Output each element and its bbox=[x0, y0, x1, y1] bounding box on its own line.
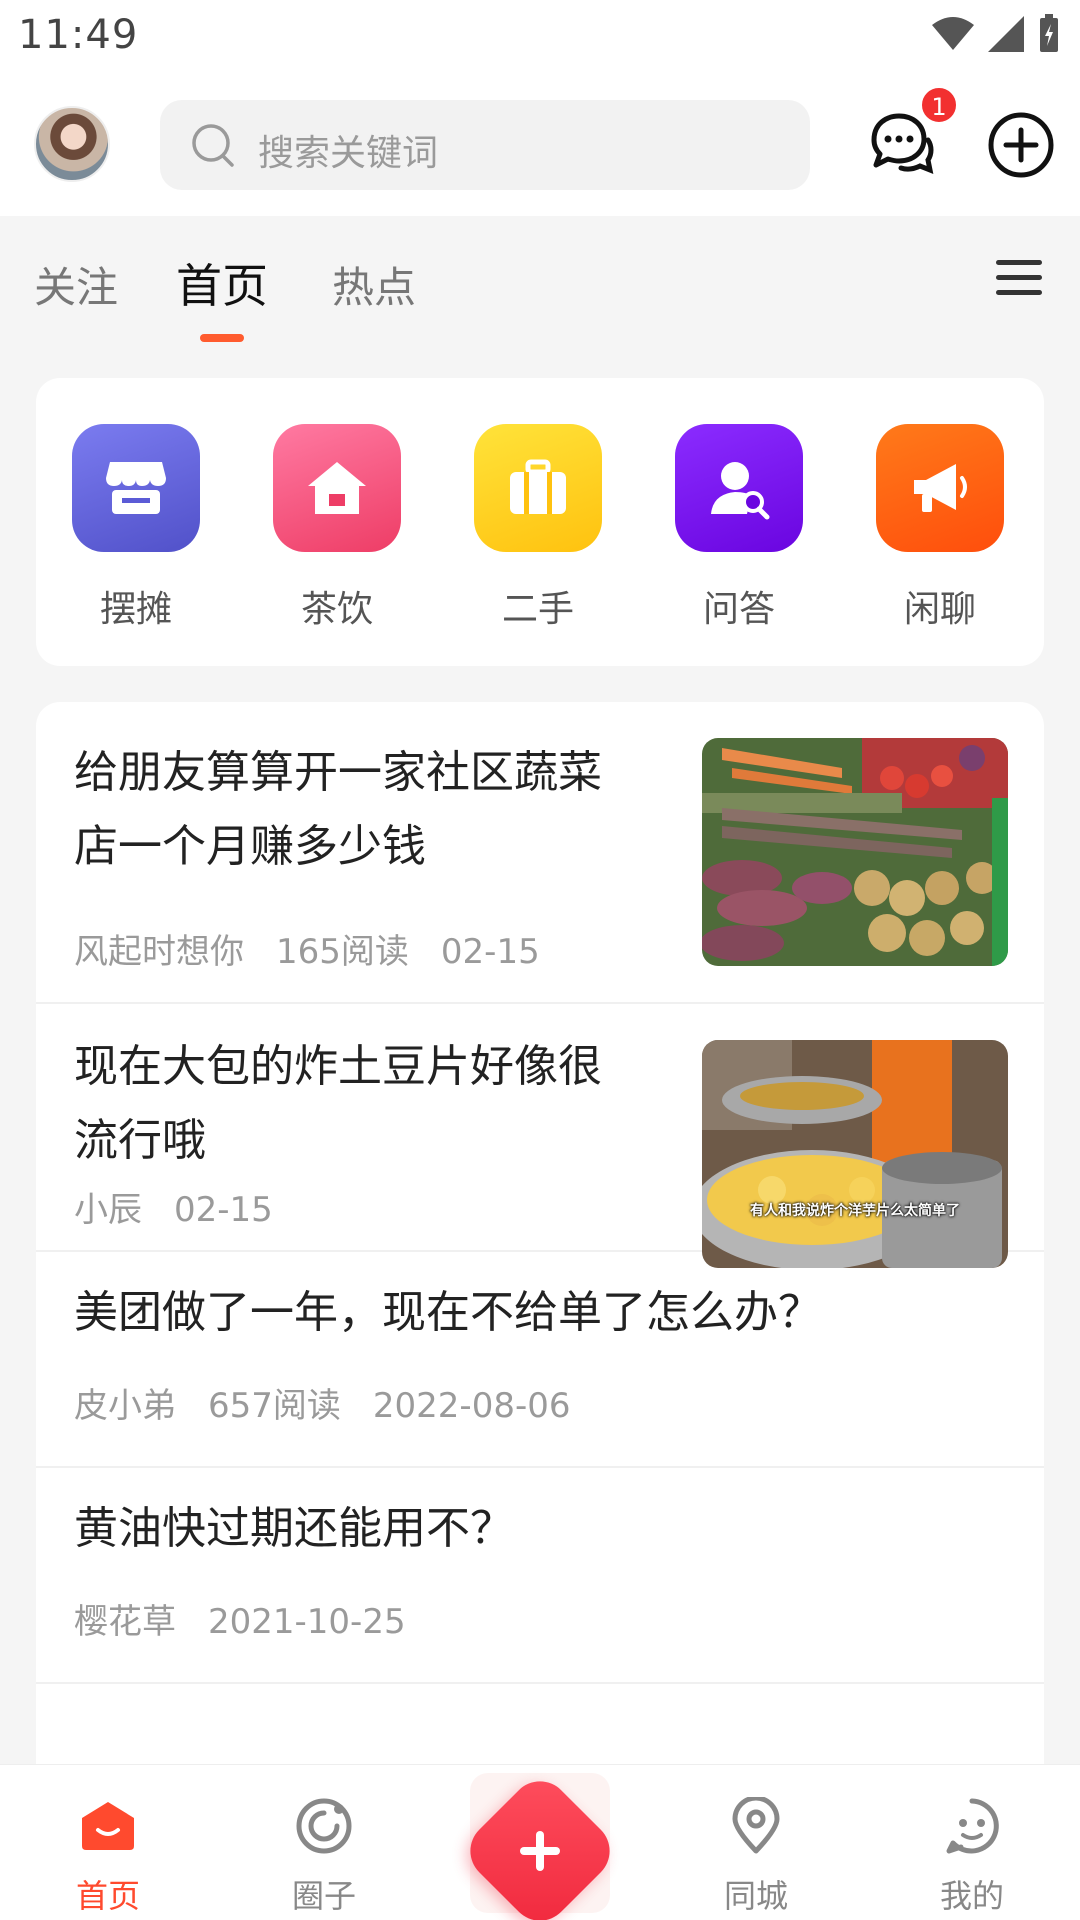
nav-home[interactable]: 首页 bbox=[48, 1795, 168, 1917]
category-label: 二手 bbox=[501, 589, 574, 630]
smiley-face-icon bbox=[912, 1795, 1032, 1857]
category-label: 茶饮 bbox=[300, 589, 373, 630]
post-author: 小辰 bbox=[74, 1190, 142, 1230]
home-icon bbox=[48, 1795, 168, 1857]
stall-icon bbox=[72, 424, 200, 552]
post-item[interactable]: 美团做了一年，现在不给单了怎么办？ 皮小弟 657阅读 2022-08-06 bbox=[36, 1252, 1044, 1468]
post-thumbnail-potato-chips[interactable]: 有人和我说炸个洋芋片么太简单了 bbox=[702, 1040, 1008, 1268]
post-thumbnail-vegetables[interactable] bbox=[702, 738, 1008, 966]
nav-label: 圈子 bbox=[291, 1877, 356, 1915]
post-author: 樱花草 bbox=[74, 1602, 176, 1642]
category-chat[interactable]: 闲聊 bbox=[876, 424, 1004, 632]
search-icon bbox=[192, 124, 234, 167]
status-icons bbox=[932, 14, 1060, 54]
post-title[interactable]: 现在大包的炸土豆片好像很 流行哦 bbox=[74, 1030, 602, 1178]
house-icon bbox=[273, 424, 401, 552]
post-title[interactable]: 黄油快过期还能用不？ bbox=[74, 1492, 514, 1566]
tab-bar: 关注 首页 热点 bbox=[0, 216, 1080, 346]
header: 搜索关键词 1 bbox=[0, 74, 1080, 216]
avatar[interactable] bbox=[34, 106, 110, 182]
plus-icon bbox=[500, 1811, 580, 1891]
post-feed: 给朋友算算开一家社区蔬菜 店一个月赚多少钱 风起时想你 165阅读 02-15 现在… bbox=[36, 702, 1044, 1764]
search-input[interactable]: 搜索关键词 bbox=[160, 100, 810, 190]
category-card: 摆摊 茶饮 二手 问答 闲聊 bbox=[36, 378, 1044, 666]
post-meta: 风起时想你 165阅读 02-15 bbox=[74, 924, 572, 973]
nav-label: 同城 bbox=[723, 1877, 788, 1915]
add-button[interactable] bbox=[986, 110, 1056, 180]
nav-circle[interactable]: 圈子 bbox=[264, 1795, 384, 1917]
post-meta: 樱花草 2021-10-25 bbox=[74, 1594, 438, 1643]
post-meta: 皮小弟 657阅读 2022-08-06 bbox=[74, 1378, 603, 1427]
category-label: 摆摊 bbox=[99, 589, 172, 630]
nav-mine[interactable]: 我的 bbox=[912, 1795, 1032, 1917]
signal-icon bbox=[988, 16, 1024, 52]
active-tab-indicator bbox=[200, 334, 244, 342]
message-badge: 1 bbox=[920, 86, 958, 124]
megaphone-icon bbox=[876, 424, 1004, 552]
post-meta: 小辰 02-15 bbox=[74, 1182, 305, 1231]
post-item[interactable]: 给朋友算算开一家社区蔬菜 店一个月赚多少钱 风起时想你 165阅读 02-15 bbox=[36, 702, 1044, 1004]
tab-home[interactable]: 首页 bbox=[176, 250, 268, 316]
post-date: 2021-10-25 bbox=[208, 1602, 406, 1642]
person-search-icon bbox=[675, 424, 803, 552]
status-bar: 11:49 bbox=[0, 0, 1080, 74]
tab-hot[interactable]: 热点 bbox=[332, 254, 416, 315]
post-item[interactable]: 现在大包的炸土豆片好像很 流行哦 小辰 02-15 有人和我说炸个洋芋片么太简单了 bbox=[36, 1004, 1044, 1268]
nav-label: 首页 bbox=[75, 1877, 140, 1915]
post-reads: 657阅读 bbox=[208, 1386, 341, 1426]
post-title-line: 给朋友算算开一家社区蔬菜 bbox=[74, 747, 602, 798]
chat-bubbles-icon bbox=[871, 113, 934, 175]
category-qa[interactable]: 问答 bbox=[675, 424, 803, 632]
plus-circle-icon bbox=[988, 112, 1054, 178]
search-placeholder: 搜索关键词 bbox=[258, 133, 439, 174]
post-title[interactable]: 给朋友算算开一家社区蔬菜 店一个月赚多少钱 bbox=[74, 736, 602, 884]
post-title-line: 流行哦 bbox=[74, 1115, 206, 1166]
location-pin-icon bbox=[696, 1795, 816, 1857]
post-author: 风起时想你 bbox=[74, 932, 244, 972]
menu-icon[interactable] bbox=[996, 258, 1042, 298]
thumbnail-caption: 有人和我说炸个洋芋片么太简单了 bbox=[750, 1203, 960, 1219]
category-stall[interactable]: 摆摊 bbox=[72, 424, 200, 632]
nav-local[interactable]: 同城 bbox=[696, 1795, 816, 1917]
wifi-icon bbox=[932, 17, 974, 50]
post-reads: 165阅读 bbox=[276, 932, 409, 972]
post-title-line: 现在大包的炸土豆片好像很 bbox=[74, 1041, 602, 1092]
bottom-nav: 首页 圈子 同城 我的 bbox=[0, 1764, 1080, 1920]
category-tea[interactable]: 茶饮 bbox=[273, 424, 401, 632]
post-date: 02-15 bbox=[174, 1190, 273, 1230]
nav-label: 我的 bbox=[939, 1877, 1004, 1915]
suitcase-icon bbox=[474, 424, 602, 552]
post-title-line: 店一个月赚多少钱 bbox=[74, 821, 426, 872]
category-label: 闲聊 bbox=[903, 589, 976, 630]
category-secondhand[interactable]: 二手 bbox=[474, 424, 602, 632]
category-label: 问答 bbox=[702, 589, 775, 630]
post-title[interactable]: 美团做了一年，现在不给单了怎么办？ bbox=[74, 1276, 822, 1350]
circle-icon bbox=[264, 1795, 384, 1857]
post-date: 2022-08-06 bbox=[372, 1386, 571, 1426]
tab-follow[interactable]: 关注 bbox=[34, 254, 118, 315]
post-item[interactable]: 黄油快过期还能用不？ 樱花草 2021-10-25 bbox=[36, 1468, 1044, 1684]
post-date: 02-15 bbox=[440, 932, 540, 972]
post-author: 皮小弟 bbox=[74, 1386, 176, 1426]
messages-button[interactable] bbox=[866, 110, 936, 180]
status-time: 11:49 bbox=[18, 12, 139, 58]
battery-icon bbox=[1040, 14, 1058, 52]
